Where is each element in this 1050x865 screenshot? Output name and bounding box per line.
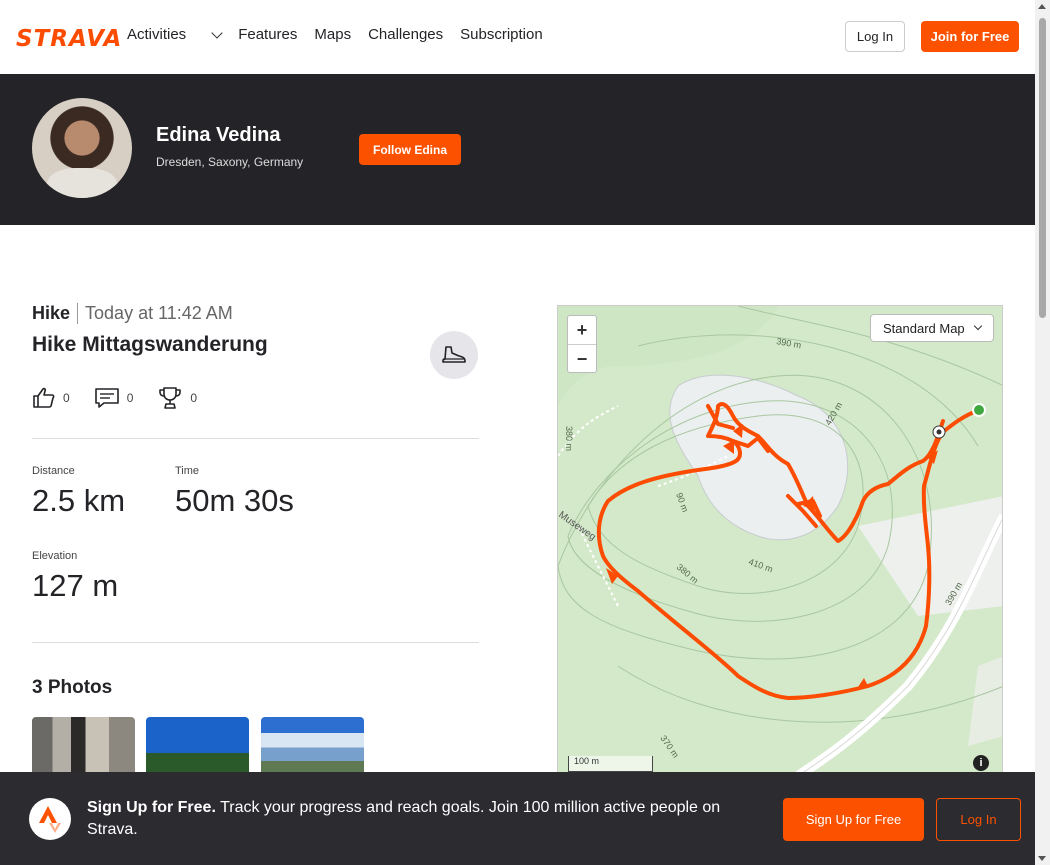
comment-icon [94, 388, 119, 408]
activity-title: Hike Mittagswanderung [32, 333, 268, 356]
time-value: 50m 30s [175, 483, 294, 518]
map-style-select[interactable]: Standard Map [870, 314, 994, 342]
scroll-up-icon[interactable] [1038, 4, 1046, 9]
nav-item-maps[interactable]: Maps [314, 26, 351, 43]
chevron-down-icon [211, 26, 223, 39]
scrollbar[interactable] [1035, 0, 1050, 865]
activity-time: Today at 11:42 AM [85, 303, 233, 323]
login-button[interactable]: Log In [845, 21, 905, 52]
map-canvas: 390 m 420 m 410 m 390 m 380 m 380 m 370 … [558, 306, 1002, 774]
scrollbar-thumb[interactable] [1039, 18, 1046, 318]
time-label: Time [175, 465, 200, 477]
nav-item-subscription[interactable]: Subscription [460, 26, 543, 43]
divider [32, 642, 479, 643]
signup-banner: Sign Up for Free. Track your progress an… [0, 772, 1035, 865]
strava-chevron-svg [39, 806, 61, 833]
map-style-label: Standard Map [883, 320, 965, 336]
comments-button[interactable]: 0 [94, 386, 134, 410]
achievements-button[interactable]: 0 [157, 386, 197, 410]
zoom-in-button[interactable]: + [568, 316, 596, 345]
elevation-label: Elevation [32, 550, 78, 562]
athlete-name[interactable]: Edina Vedina [156, 124, 280, 147]
athlete-location: Dresden, Saxony, Germany [156, 155, 304, 169]
avatar-shirt [47, 168, 117, 198]
comments-count: 0 [126, 391, 134, 405]
chevron-down-icon [973, 321, 982, 331]
strava-logo-icon [29, 798, 71, 840]
achievements-count: 0 [190, 391, 198, 405]
trophy-icon [159, 387, 182, 409]
join-button[interactable]: Join for Free [921, 21, 1019, 52]
nav-item-activities[interactable]: Activities [127, 26, 223, 43]
shoe-svg [442, 346, 466, 363]
nav-item-challenges[interactable]: Challenges [368, 26, 443, 43]
activity-header: Hike Today at 11:42 AM [32, 303, 233, 324]
divider [32, 438, 479, 439]
thumbs-up-icon [33, 387, 55, 408]
nav-item-label: Activities [127, 26, 187, 43]
distance-value: 2.5 km [32, 483, 126, 518]
map-scale: 100 m [568, 756, 653, 772]
route-map[interactable]: 390 m 420 m 410 m 390 m 380 m 380 m 370 … [557, 305, 1003, 775]
banner-bold: Sign Up for Free. [87, 799, 216, 816]
nav-item-features[interactable]: Features [238, 26, 297, 43]
banner-login-button[interactable]: Log In [936, 798, 1021, 841]
distance-label: Distance [32, 465, 75, 477]
contour-label: 380 m [564, 426, 574, 451]
zoom-out-button[interactable]: − [568, 345, 596, 374]
map-zoom-controls: + − [567, 315, 597, 373]
top-nav: STRAVA Activities Features Maps Challeng… [0, 0, 1035, 74]
kudos-count: 0 [63, 391, 70, 405]
kudos-button[interactable]: 0 [32, 386, 70, 410]
strava-logo[interactable]: STRAVA [16, 26, 122, 52]
banner-text: Sign Up for Free. Track your progress an… [87, 797, 767, 841]
follow-button[interactable]: Follow Edina [359, 134, 461, 165]
activity-type: Hike [32, 303, 79, 324]
route-start-marker [972, 403, 986, 417]
avatar[interactable] [32, 98, 132, 198]
scroll-down-icon[interactable] [1038, 856, 1046, 861]
elevation-value: 127 m [32, 568, 119, 603]
nav-links: Activities Features Maps Challenges Subs… [127, 26, 560, 43]
info-icon[interactable]: i [973, 755, 989, 771]
social-counts: 0 0 0 [32, 386, 221, 410]
profile-header: Edina Vedina Dresden, Saxony, Germany Fo… [0, 74, 1035, 225]
shoe-icon [430, 331, 478, 379]
signup-button[interactable]: Sign Up for Free [783, 798, 924, 841]
photos-title: 3 Photos [32, 677, 113, 698]
